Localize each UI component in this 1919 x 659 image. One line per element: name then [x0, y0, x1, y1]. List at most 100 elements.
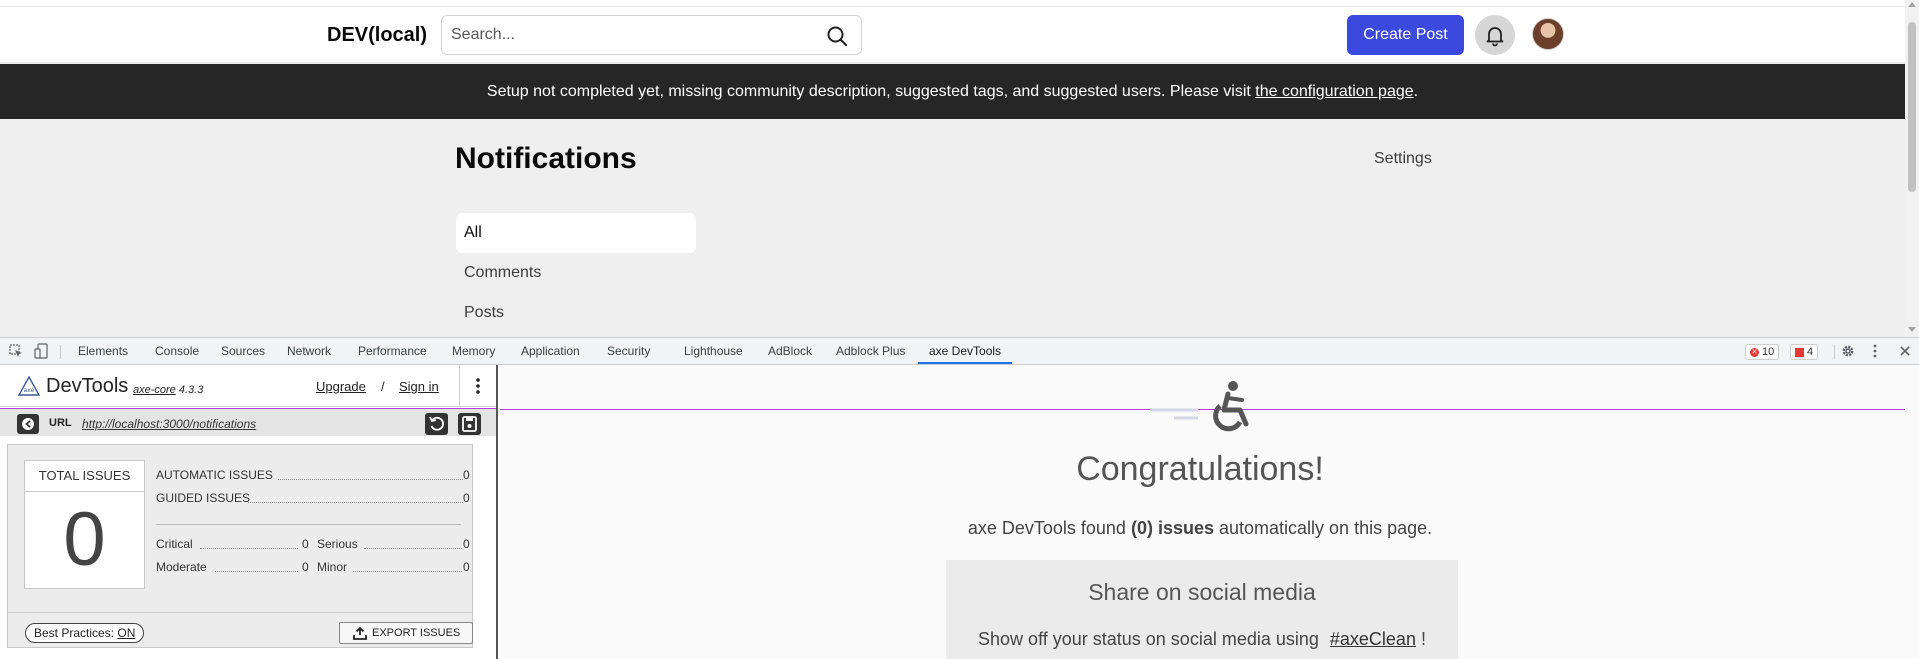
devtools-tab-bar: Elements Console Sources Network Perform… — [0, 338, 1919, 365]
dot-leader — [353, 571, 462, 572]
found-suffix: automatically on this page. — [1214, 518, 1433, 538]
tab-adblock-plus[interactable]: Adblock Plus — [836, 338, 905, 364]
error-icon: ✕ — [1750, 348, 1759, 357]
guided-issues-label[interactable]: GUIDED ISSUES — [156, 491, 250, 505]
axe-core-number: 4.3.3 — [178, 384, 204, 396]
axe-core-label[interactable]: axe-core — [133, 384, 176, 396]
create-post-button[interactable]: Create Post — [1347, 15, 1464, 55]
minor-label[interactable]: Minor — [317, 560, 347, 574]
devtools-menu-icon[interactable] — [1872, 344, 1878, 358]
tab-adblock[interactable]: AdBlock — [768, 338, 812, 364]
avatar[interactable] — [1532, 18, 1564, 50]
tab-lighthouse[interactable]: Lighthouse — [684, 338, 743, 364]
accessibility-icon — [1150, 381, 1249, 432]
scroll-down-arrow[interactable] — [1908, 327, 1916, 332]
axe-sidebar: axe DevTools axe-core 4.3.3 Upgrade / Si… — [0, 365, 498, 659]
gear-icon[interactable] — [1840, 343, 1856, 359]
error-count: 10 — [1762, 346, 1775, 358]
tab-memory[interactable]: Memory — [452, 338, 495, 364]
issue-count: 4 — [1807, 346, 1814, 358]
export-issues-label: EXPORT ISSUES — [372, 627, 461, 639]
kebab-icon[interactable] — [474, 377, 482, 395]
issue-count-badge[interactable]: 4 — [1790, 344, 1819, 360]
url-value[interactable]: http://localhost:3000/notifications — [82, 417, 256, 431]
url-label: URL — [49, 417, 72, 429]
nav-item-comments[interactable]: Comments — [456, 253, 696, 293]
found-count: (0) issues — [1130, 518, 1214, 538]
summary-divider — [156, 524, 461, 525]
tab-application[interactable]: Application — [521, 338, 580, 364]
tab-sources[interactable]: Sources — [221, 338, 265, 364]
nav-item-all[interactable]: All — [456, 213, 696, 253]
minor-value: 0 — [463, 560, 470, 574]
found-prefix: axe DevTools found — [967, 518, 1131, 538]
setup-banner: Setup not completed yet, missing communi… — [0, 64, 1905, 119]
notifications-button[interactable] — [1475, 15, 1515, 55]
share-text: Show off your status on social media usi… — [946, 627, 1458, 651]
congratulations-heading: Congratulations! — [1076, 450, 1324, 488]
banner-suffix: . — [1413, 83, 1419, 100]
best-practices-toggle[interactable]: Best Practices: ON — [25, 623, 145, 643]
svg-text:axe: axe — [24, 387, 35, 394]
export-icon — [353, 627, 367, 640]
search-input[interactable] — [442, 16, 802, 54]
dot-leader — [200, 548, 298, 549]
banner-text: Setup not completed yet, missing communi… — [486, 83, 1256, 100]
browser-top-edge — [0, 0, 1905, 7]
device-toolbar-icon[interactable] — [34, 343, 48, 359]
axe-header: axe DevTools axe-core 4.3.3 Upgrade / Si… — [0, 365, 496, 407]
site-logo[interactable]: DEV(local) — [327, 21, 427, 49]
link-separator: / — [381, 379, 385, 394]
scroll-up-arrow[interactable] — [1908, 2, 1916, 7]
tab-security[interactable]: Security — [607, 338, 650, 364]
automatic-issues-label[interactable]: AUTOMATIC ISSUES — [156, 468, 273, 482]
bell-icon — [1486, 27, 1504, 47]
dot-leader — [215, 571, 298, 572]
tab-separator — [1834, 345, 1835, 359]
url-bar: URL http://localhost:3000/notifications — [0, 408, 496, 436]
guided-issues-value: 0 — [463, 491, 470, 505]
tab-network[interactable]: Network — [287, 338, 331, 364]
tab-separator — [60, 345, 61, 359]
share-text-body: Show off your status on social media usi… — [978, 629, 1324, 649]
back-button[interactable] — [17, 414, 39, 434]
sign-in-link[interactable]: Sign in — [399, 379, 439, 395]
moderate-value: 0 — [302, 560, 309, 574]
search-box[interactable] — [441, 15, 862, 55]
page-viewport: DEV(local) Create Post Setup not complet… — [0, 0, 1919, 337]
moderate-label[interactable]: Moderate — [156, 560, 207, 574]
scrollbar-thumb[interactable] — [1908, 22, 1916, 192]
back-arrow-icon — [22, 418, 34, 430]
best-practices-label: Best Practices: — [34, 626, 115, 640]
serious-label[interactable]: Serious — [317, 537, 358, 551]
inspect-icon[interactable] — [9, 344, 23, 358]
summary-footer-divider — [8, 612, 472, 613]
critical-label[interactable]: Critical — [156, 537, 193, 551]
page-scrollbar[interactable] — [1905, 0, 1919, 337]
tab-axe-devtools[interactable]: axe DevTools — [918, 338, 1013, 364]
tab-console[interactable]: Console — [155, 338, 199, 364]
export-issues-button[interactable]: EXPORT ISSUES — [339, 622, 473, 644]
serious-value: 0 — [463, 537, 470, 551]
axe-clean-hashtag-link[interactable]: #axeClean — [1330, 629, 1416, 649]
axe-title: DevTools — [46, 375, 129, 397]
close-icon[interactable] — [1899, 345, 1911, 357]
issues-summary: TOTAL ISSUES 0 AUTOMATIC ISSUES 0 GUIDED… — [7, 444, 473, 648]
save-button[interactable] — [458, 413, 481, 435]
tab-elements[interactable]: Elements — [78, 338, 128, 364]
dot-leader — [278, 479, 463, 480]
dot-leader — [364, 548, 462, 549]
issues-found-text: axe DevTools found (0) issues automatica… — [500, 516, 1900, 540]
save-icon — [462, 416, 477, 432]
share-text-suffix: ! — [1415, 629, 1426, 649]
rescan-button[interactable] — [425, 413, 448, 435]
upgrade-link[interactable]: Upgrade — [316, 379, 366, 395]
issue-flag-icon — [1795, 348, 1804, 357]
configuration-page-link[interactable]: the configuration page — [1255, 83, 1413, 100]
settings-link[interactable]: Settings — [1374, 148, 1432, 170]
search-icon[interactable] — [825, 24, 849, 48]
error-count-badge[interactable]: ✕ 10 — [1745, 344, 1780, 360]
critical-value: 0 — [302, 537, 309, 551]
nav-item-posts[interactable]: Posts — [456, 293, 696, 333]
tab-performance[interactable]: Performance — [358, 338, 427, 364]
